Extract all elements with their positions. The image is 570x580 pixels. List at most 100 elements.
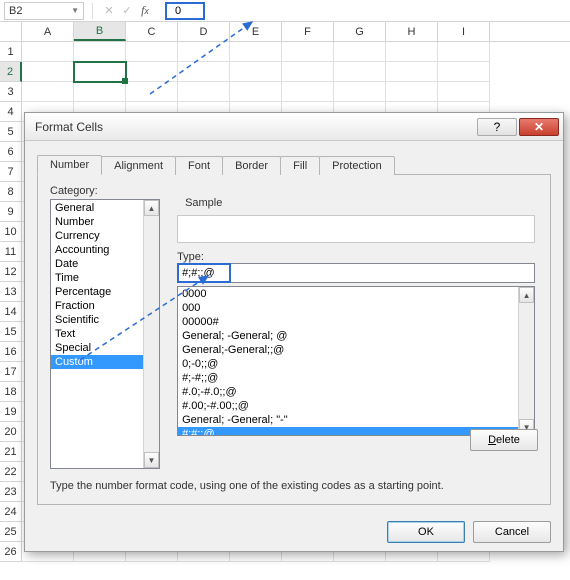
- cell-E1[interactable]: [230, 42, 282, 62]
- row-header-7[interactable]: 7: [0, 162, 22, 182]
- format-item[interactable]: #.0;-#.0;;@: [178, 385, 534, 399]
- tab-border[interactable]: Border: [222, 156, 281, 175]
- format-item[interactable]: 000: [178, 301, 534, 315]
- format-listbox[interactable]: 000000000000#General; -General; @General…: [177, 286, 535, 436]
- formula-bar: B2 ▼ ✕ ✓ fx 0: [0, 0, 570, 22]
- row-header-24[interactable]: 24: [0, 502, 22, 522]
- format-item[interactable]: General; -General; @: [178, 329, 534, 343]
- cell-D2[interactable]: [178, 62, 230, 82]
- cell-C3[interactable]: [126, 82, 178, 102]
- help-button[interactable]: ?: [477, 118, 517, 136]
- column-header-g[interactable]: G: [334, 22, 386, 41]
- row-header-15[interactable]: 15: [0, 322, 22, 342]
- format-item[interactable]: General;-General;;@: [178, 343, 534, 357]
- cell-E3[interactable]: [230, 82, 282, 102]
- column-header-c[interactable]: C: [126, 22, 178, 41]
- cell-A1[interactable]: [22, 42, 74, 62]
- cell-C1[interactable]: [126, 42, 178, 62]
- cell-F2[interactable]: [282, 62, 334, 82]
- close-button[interactable]: ✕: [519, 118, 559, 136]
- format-item[interactable]: #;-#;;@: [178, 371, 534, 385]
- cell-D1[interactable]: [178, 42, 230, 62]
- type-input[interactable]: [177, 263, 535, 283]
- column-header-b[interactable]: B: [74, 22, 126, 41]
- row-header-23[interactable]: 23: [0, 482, 22, 502]
- row-header-14[interactable]: 14: [0, 302, 22, 322]
- cell-B2[interactable]: [74, 62, 126, 82]
- row-header-13[interactable]: 13: [0, 282, 22, 302]
- column-header-f[interactable]: F: [282, 22, 334, 41]
- row-header-4[interactable]: 4: [0, 102, 22, 122]
- scroll-down-icon[interactable]: ▼: [144, 452, 159, 468]
- formula-value[interactable]: 0: [165, 2, 205, 20]
- cell-E2[interactable]: [230, 62, 282, 82]
- row-header-1[interactable]: 1: [0, 42, 22, 62]
- cell-F1[interactable]: [282, 42, 334, 62]
- row-header-20[interactable]: 20: [0, 422, 22, 442]
- cell-D3[interactable]: [178, 82, 230, 102]
- dropdown-icon[interactable]: ▼: [71, 6, 79, 15]
- row-header-22[interactable]: 22: [0, 462, 22, 482]
- cell-G1[interactable]: [334, 42, 386, 62]
- name-box[interactable]: B2 ▼: [4, 2, 84, 20]
- delete-button[interactable]: Delete: [470, 429, 538, 451]
- row-header-12[interactable]: 12: [0, 262, 22, 282]
- cell-A2[interactable]: [22, 62, 74, 82]
- cell-B3[interactable]: [74, 82, 126, 102]
- column-header-d[interactable]: D: [178, 22, 230, 41]
- cell-A3[interactable]: [22, 82, 74, 102]
- row-header-10[interactable]: 10: [0, 222, 22, 242]
- ok-button[interactable]: OK: [387, 521, 465, 543]
- row-header-17[interactable]: 17: [0, 362, 22, 382]
- cell-C2[interactable]: [126, 62, 178, 82]
- row-header-6[interactable]: 6: [0, 142, 22, 162]
- fx-icon[interactable]: fx: [137, 3, 153, 19]
- scrollbar[interactable]: ▲ ▼: [518, 287, 534, 435]
- format-item[interactable]: 0000: [178, 287, 534, 301]
- row-header-8[interactable]: 8: [0, 182, 22, 202]
- column-header-e[interactable]: E: [230, 22, 282, 41]
- cell-I2[interactable]: [438, 62, 490, 82]
- tab-font[interactable]: Font: [175, 156, 223, 175]
- select-all-corner[interactable]: [0, 22, 22, 41]
- column-header-i[interactable]: I: [438, 22, 490, 41]
- row-header-21[interactable]: 21: [0, 442, 22, 462]
- column-header-a[interactable]: A: [22, 22, 74, 41]
- row-header-18[interactable]: 18: [0, 382, 22, 402]
- column-header-h[interactable]: H: [386, 22, 438, 41]
- row-header-3[interactable]: 3: [0, 82, 22, 102]
- format-item[interactable]: #.00;-#.00;;@: [178, 399, 534, 413]
- sample-label: Sample: [183, 197, 224, 209]
- cancel-edit-icon: ✕: [101, 3, 117, 19]
- cell-H1[interactable]: [386, 42, 438, 62]
- format-item[interactable]: 00000#: [178, 315, 534, 329]
- scroll-up-icon[interactable]: ▲: [519, 287, 534, 303]
- tab-fill[interactable]: Fill: [280, 156, 320, 175]
- format-item[interactable]: 0;-0;;@: [178, 357, 534, 371]
- row-header-2[interactable]: 2: [0, 62, 22, 82]
- cell-I3[interactable]: [438, 82, 490, 102]
- row-header-16[interactable]: 16: [0, 342, 22, 362]
- row-header-11[interactable]: 11: [0, 242, 22, 262]
- cell-G3[interactable]: [334, 82, 386, 102]
- cell-H2[interactable]: [386, 62, 438, 82]
- tab-alignment[interactable]: Alignment: [101, 156, 176, 175]
- category-listbox[interactable]: GeneralNumberCurrencyAccountingDateTimeP…: [50, 199, 160, 469]
- row-header-5[interactable]: 5: [0, 122, 22, 142]
- cancel-button[interactable]: Cancel: [473, 521, 551, 543]
- tab-protection[interactable]: Protection: [319, 156, 395, 175]
- cell-I1[interactable]: [438, 42, 490, 62]
- row-header-19[interactable]: 19: [0, 402, 22, 422]
- row-header-26[interactable]: 26: [0, 542, 22, 562]
- cell-B1[interactable]: [74, 42, 126, 62]
- row-header-9[interactable]: 9: [0, 202, 22, 222]
- dialog-titlebar[interactable]: Format Cells ? ✕: [25, 113, 563, 141]
- cell-G2[interactable]: [334, 62, 386, 82]
- cell-F3[interactable]: [282, 82, 334, 102]
- scroll-up-icon[interactable]: ▲: [144, 200, 159, 216]
- cell-H3[interactable]: [386, 82, 438, 102]
- tab-number[interactable]: Number: [37, 155, 102, 175]
- scrollbar[interactable]: ▲ ▼: [143, 200, 159, 468]
- row-header-25[interactable]: 25: [0, 522, 22, 542]
- format-item[interactable]: General; -General; "-": [178, 413, 534, 427]
